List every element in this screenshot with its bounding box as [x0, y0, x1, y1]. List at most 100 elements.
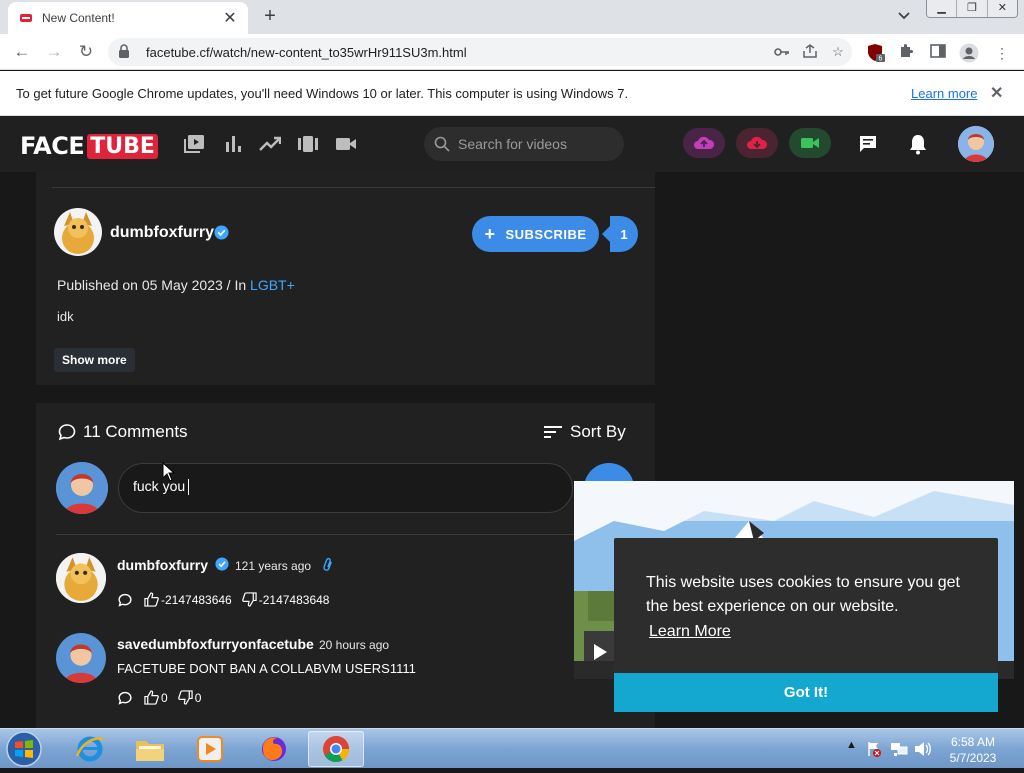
taskbar-file-explorer[interactable] [122, 731, 178, 767]
reply-bubble-icon [118, 691, 132, 705]
url-text[interactable]: facetube.cf/watch/new-content_to35wrHr91… [146, 45, 768, 60]
window-controls: ▁ ❐ ✕ [926, 0, 1018, 18]
logo-face-text: FACE [20, 132, 85, 160]
video-description: idk [57, 309, 74, 324]
videos-icon[interactable] [184, 134, 206, 154]
share-icon[interactable] [796, 43, 824, 61]
comments-count-title: 11 Comments [83, 422, 188, 441]
bookmark-star-icon[interactable]: ☆ [824, 44, 852, 60]
tab-close-icon[interactable]: ✕ [222, 8, 238, 28]
comments-panel: 11 Comments Sort By fuck you dumbfoxfurr… [36, 403, 655, 733]
search-input[interactable] [458, 136, 618, 152]
like-button[interactable]: -2147483646 [144, 592, 232, 607]
cookie-learn-more-link[interactable]: Learn More [649, 623, 731, 641]
forward-arrow-icon[interactable]: → [42, 40, 66, 64]
network-icon[interactable] [890, 741, 908, 757]
notifications-bell-icon[interactable] [906, 132, 930, 156]
cookie-accept-button[interactable]: Got It! [614, 673, 998, 712]
tab-search-chevron-icon[interactable] [894, 6, 914, 26]
tab-title: New Content! [42, 11, 115, 25]
taskbar-internet-explorer[interactable] [62, 731, 118, 767]
go-live-button[interactable] [789, 128, 831, 158]
comments-divider [56, 534, 641, 535]
password-key-icon[interactable] [768, 45, 796, 60]
subscribe-label: SUBSCRIBE [505, 226, 587, 242]
like-count: -2147483646 [161, 592, 232, 607]
like-button[interactable]: 0 [144, 690, 168, 705]
start-button[interactable] [4, 730, 44, 768]
facetube-logo[interactable]: FACE TUBE [20, 132, 158, 160]
cloud-download-icon [747, 136, 768, 149]
extensions-puzzle-icon[interactable] [896, 43, 916, 63]
browser-tab[interactable]: New Content! ✕ [8, 2, 248, 34]
messages-icon[interactable] [856, 132, 880, 156]
taskbar-firefox[interactable] [246, 731, 302, 767]
channel-name[interactable]: dumbfoxfurry [110, 224, 214, 242]
internet-explorer-icon [75, 736, 104, 762]
play-icon[interactable] [592, 643, 608, 661]
stats-bars-icon[interactable] [222, 134, 244, 154]
verified-badge-icon [215, 557, 229, 571]
published-info: Published on 05 May 2023 / In LGBT+ [57, 277, 295, 293]
sort-by-button[interactable]: Sort By [544, 422, 626, 442]
side-panel-icon[interactable] [928, 43, 948, 63]
reply-bubble-icon [118, 593, 132, 607]
action-center-flag-icon[interactable] [866, 741, 882, 757]
cookie-consent-banner: This website uses cookies to ensure you … [614, 538, 998, 712]
infobar-close-icon[interactable]: ✕ [990, 83, 1003, 103]
profile-icon[interactable] [959, 43, 979, 63]
chrome-icon [323, 736, 350, 763]
taskbar-media-player[interactable] [182, 731, 238, 767]
taskbar-clock[interactable]: 6:58 AM 5/7/2023 [946, 734, 1000, 766]
close-window-button[interactable]: ✕ [987, 0, 1017, 17]
channel-avatar[interactable] [54, 208, 102, 256]
comment-username[interactable]: dumbfoxfurry [117, 557, 208, 573]
lock-icon[interactable] [118, 44, 134, 60]
taskbar-chrome[interactable] [308, 731, 364, 767]
published-date: Published on 05 May 2023 / In [57, 277, 251, 293]
dislike-button[interactable]: 0 [177, 690, 201, 705]
dislike-button[interactable]: -2147483648 [241, 592, 330, 607]
comment-bubble-icon [58, 424, 76, 441]
restore-window-button[interactable]: ❐ [957, 0, 988, 17]
cloud-upload-icon [694, 136, 715, 149]
back-arrow-icon[interactable]: ← [10, 40, 34, 64]
comment-input[interactable]: fuck you [118, 463, 573, 513]
show-more-button[interactable]: Show more [54, 348, 135, 372]
shorts-carousel-icon[interactable] [297, 134, 319, 154]
thumbs-down-icon [241, 592, 257, 607]
sort-lines-icon [544, 426, 562, 438]
infobar-learn-more-link[interactable]: Learn more [911, 86, 977, 101]
mouse-cursor-icon [162, 462, 176, 482]
subscriber-count: 1 [602, 216, 638, 252]
comment-username[interactable]: savedumbfoxfurryonfacetube [117, 636, 314, 652]
reload-icon[interactable]: ↻ [74, 40, 98, 64]
reply-button[interactable] [118, 593, 134, 607]
subscribe-button[interactable]: + SUBSCRIBE [472, 216, 599, 252]
trending-icon[interactable] [259, 134, 281, 154]
category-link[interactable]: LGBT+ [250, 277, 295, 293]
comment-avatar[interactable] [56, 553, 106, 603]
user-avatar[interactable] [958, 126, 994, 162]
upload-cloud-button[interactable] [683, 128, 725, 158]
update-infobar: To get future Google Chrome updates, you… [0, 71, 1024, 116]
windows-orb-icon [6, 731, 42, 767]
comment-timestamp: 121 years ago [235, 559, 312, 573]
dislike-count: -2147483648 [258, 592, 330, 607]
browser-menu-icon[interactable]: ⋮ [992, 43, 1012, 63]
minimize-window-button[interactable]: ▁ [927, 0, 958, 17]
download-cloud-button[interactable] [736, 128, 778, 158]
volume-icon[interactable] [914, 741, 932, 757]
address-bar[interactable]: facetube.cf/watch/new-content_to35wrHr91… [108, 38, 852, 66]
comments-header: 11 Comments [58, 422, 188, 442]
ublock-extension-icon[interactable]: 6 [866, 43, 886, 63]
site-search[interactable] [424, 127, 624, 161]
comment-avatar[interactable] [56, 633, 106, 683]
verified-badge-icon [214, 225, 229, 240]
new-tab-button[interactable]: + [258, 4, 282, 28]
show-hidden-icons-chevron-icon[interactable]: ▲ [846, 739, 857, 751]
attachment-paperclip-icon[interactable] [322, 557, 334, 573]
live-camera-icon[interactable] [335, 134, 357, 154]
reply-button[interactable] [118, 691, 134, 705]
clock-date: 5/7/2023 [949, 751, 997, 765]
